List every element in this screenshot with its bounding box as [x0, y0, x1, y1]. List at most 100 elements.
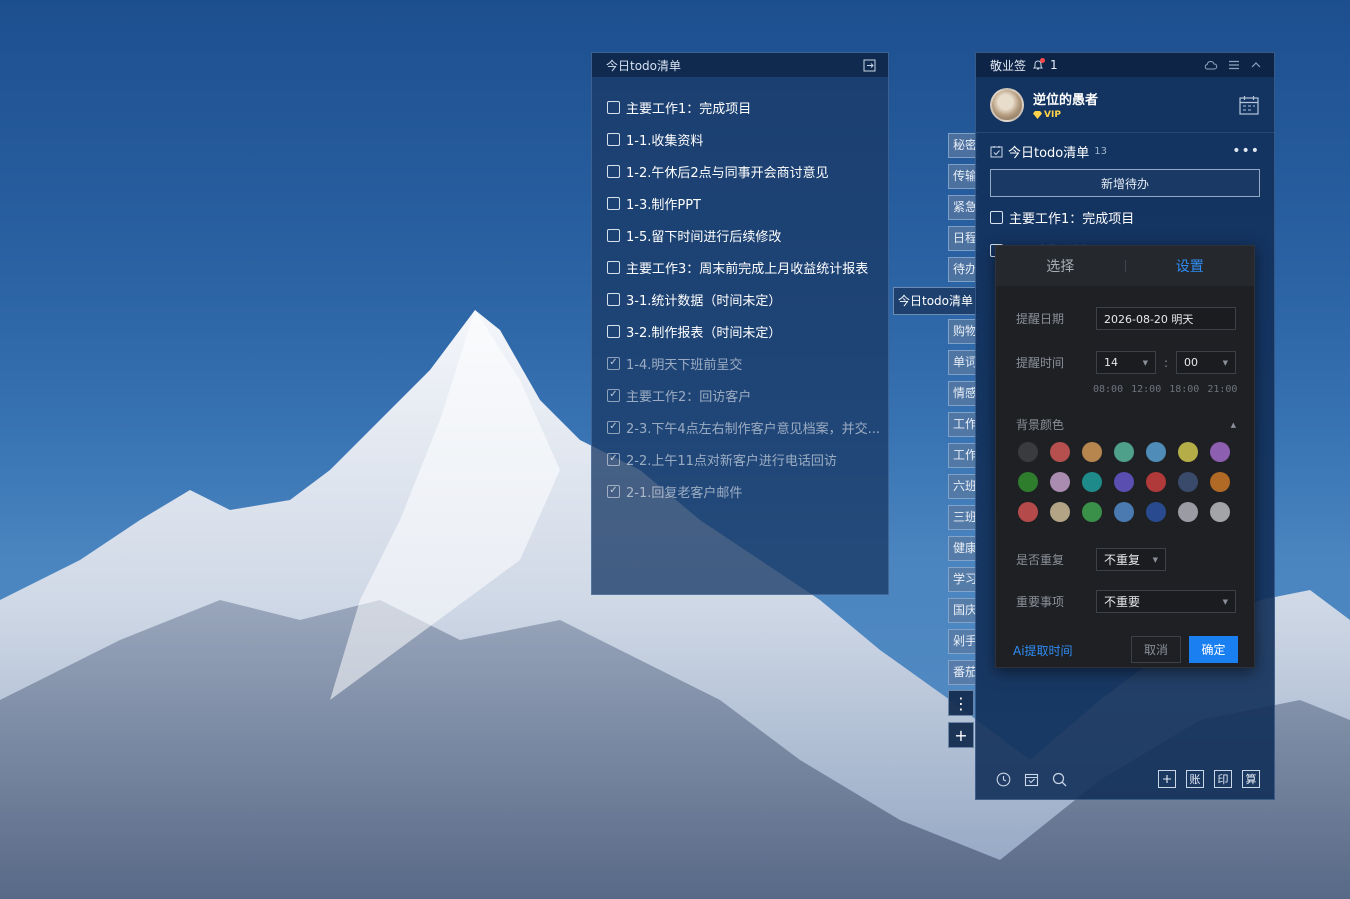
add-tab-button[interactable]: +: [948, 722, 974, 748]
quick-time-option[interactable]: 21:00: [1207, 384, 1237, 395]
color-swatch[interactable]: [1178, 442, 1198, 462]
todo-item[interactable]: 1-1.收集资料: [592, 123, 888, 155]
side-tab[interactable]: 传输: [948, 164, 978, 189]
repeat-select[interactable]: 不重复 ▼: [1096, 548, 1166, 571]
quick-time-option[interactable]: 08:00: [1093, 384, 1123, 395]
side-tab[interactable]: 健康: [948, 536, 978, 561]
color-swatch[interactable]: [1018, 502, 1038, 522]
checkbox-icon[interactable]: [990, 211, 1003, 224]
checkbox-icon[interactable]: [607, 324, 620, 338]
side-tab[interactable]: 工作: [948, 412, 978, 437]
checked-checkbox-icon[interactable]: ✓: [607, 356, 620, 370]
color-swatch[interactable]: [1050, 502, 1070, 522]
reminder-date-input[interactable]: 2026-08-20 明天: [1096, 307, 1236, 330]
todo-item[interactable]: ✓ 2-1.回复老客户邮件: [592, 475, 888, 507]
side-tab[interactable]: 单词: [948, 350, 978, 375]
checkbox-icon[interactable]: [607, 260, 620, 274]
ledger-button[interactable]: 账: [1186, 770, 1204, 788]
app-todo-item[interactable]: 主要工作1：完成项目: [976, 201, 1274, 234]
side-tab[interactable]: 六班: [948, 474, 978, 499]
checked-checkbox-icon[interactable]: ✓: [607, 452, 620, 466]
side-tab[interactable]: 情感: [948, 381, 978, 406]
color-swatch[interactable]: [1178, 502, 1198, 522]
color-swatch[interactable]: [1082, 472, 1102, 492]
color-swatch[interactable]: [1018, 472, 1038, 492]
todo-item[interactable]: 3-2.制作报表（时间未定）: [592, 315, 888, 347]
calendar-icon[interactable]: [1238, 94, 1260, 116]
todo-item[interactable]: ✓ 2-2.上午11点对新客户进行电话回访: [592, 443, 888, 475]
collapse-icon[interactable]: [1250, 59, 1262, 71]
side-tab[interactable]: 三班: [948, 505, 978, 530]
checked-checkbox-icon[interactable]: ✓: [607, 420, 620, 434]
color-swatch[interactable]: [1146, 472, 1166, 492]
checkbox-icon[interactable]: [607, 132, 620, 146]
todo-item[interactable]: 主要工作3：周末前完成上月收益统计报表: [592, 251, 888, 283]
color-swatch[interactable]: [1210, 502, 1230, 522]
quick-time-option[interactable]: 12:00: [1131, 384, 1161, 395]
color-swatch[interactable]: [1210, 442, 1230, 462]
avatar[interactable]: [990, 87, 1024, 122]
checkbox-icon[interactable]: [607, 228, 620, 242]
checkbox-icon[interactable]: [607, 196, 620, 210]
importance-select[interactable]: 不重要 ▼: [1096, 590, 1236, 613]
side-tab[interactable]: 工作: [948, 443, 978, 468]
add-todo-button[interactable]: 新增待办: [990, 169, 1260, 197]
todo-item[interactable]: 1-5.留下时间进行后续修改: [592, 219, 888, 251]
todo-item[interactable]: ✓ 主要工作2：回访客户: [592, 379, 888, 411]
cancel-button[interactable]: 取消: [1131, 636, 1181, 663]
print-button[interactable]: 印: [1214, 770, 1232, 788]
todo-item[interactable]: 3-1.统计数据（时间未定）: [592, 283, 888, 315]
color-swatch[interactable]: [1114, 472, 1134, 492]
todo-item[interactable]: 1-3.制作PPT: [592, 187, 888, 219]
side-tab[interactable]: 番茄: [948, 660, 978, 685]
color-swatch[interactable]: [1114, 442, 1134, 462]
clock-icon[interactable]: [994, 770, 1012, 788]
todo-item[interactable]: 1-2.午休后2点与同事开会商讨意见: [592, 155, 888, 187]
checkbox-icon[interactable]: [607, 100, 620, 114]
color-swatch[interactable]: [1082, 502, 1102, 522]
color-swatch[interactable]: [1146, 442, 1166, 462]
hour-select[interactable]: 14 ▼: [1096, 351, 1156, 374]
tab-select[interactable]: 选择: [996, 256, 1125, 276]
side-tab[interactable]: 日程: [948, 226, 978, 251]
exit-icon[interactable]: [863, 59, 876, 72]
color-swatch[interactable]: [1146, 502, 1166, 522]
quick-time-option[interactable]: 18:00: [1169, 384, 1199, 395]
color-swatch[interactable]: [1210, 472, 1230, 492]
checked-checkbox-icon[interactable]: ✓: [607, 484, 620, 498]
more-tabs-button[interactable]: ⋮: [948, 690, 974, 716]
tab-settings[interactable]: 设置: [1126, 256, 1255, 276]
side-tab[interactable]: 待办: [948, 257, 978, 282]
side-tab[interactable]: 购物: [948, 319, 978, 344]
checked-checkbox-icon[interactable]: ✓: [607, 388, 620, 402]
color-swatch[interactable]: [1050, 472, 1070, 492]
menu-icon[interactable]: [1228, 59, 1240, 71]
side-tab[interactable]: 国庆: [948, 598, 978, 623]
side-tab[interactable]: 今日todo清单: [893, 287, 977, 315]
todo-item[interactable]: 主要工作1：完成项目: [592, 91, 888, 123]
cloud-sync-icon[interactable]: [1203, 59, 1218, 71]
side-tab[interactable]: 学习: [948, 567, 978, 592]
confirm-button[interactable]: 确定: [1189, 636, 1238, 663]
color-swatch[interactable]: [1178, 472, 1198, 492]
side-tab[interactable]: 紧急: [948, 195, 978, 220]
color-swatch[interactable]: [1082, 442, 1102, 462]
side-tab[interactable]: 剁手: [948, 629, 978, 654]
ai-extract-time-link[interactable]: Ai提取时间: [1013, 642, 1073, 659]
todo-item[interactable]: ✓ 1-4.明天下班前呈交: [592, 347, 888, 379]
side-tab[interactable]: 秘密: [948, 133, 978, 158]
todo-item[interactable]: ✓ 2-3.下午4点左右制作客户意见档案，并交...: [592, 411, 888, 443]
color-swatch[interactable]: [1018, 442, 1038, 462]
add-note-button[interactable]: [1158, 770, 1176, 788]
minute-select[interactable]: 00 ▼: [1176, 351, 1236, 374]
checkbox-icon[interactable]: [607, 292, 620, 306]
bell-icon[interactable]: [1032, 58, 1046, 71]
search-icon[interactable]: [1050, 770, 1068, 788]
checkbox-icon[interactable]: [607, 164, 620, 178]
chevron-up-icon[interactable]: ▲: [1231, 421, 1236, 429]
calendar-check-icon[interactable]: [1022, 770, 1040, 788]
more-options-icon[interactable]: •••: [1232, 143, 1260, 159]
color-swatch[interactable]: [1114, 502, 1134, 522]
calculator-button[interactable]: 算: [1242, 770, 1260, 788]
color-swatch[interactable]: [1050, 442, 1070, 462]
